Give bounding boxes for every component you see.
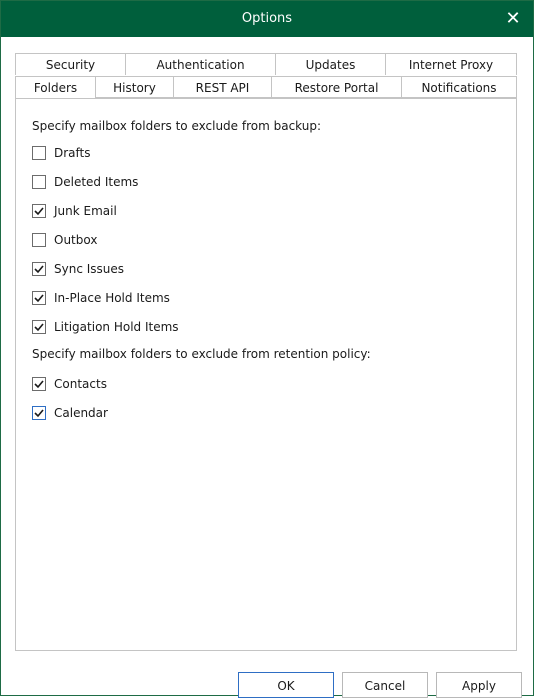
checkbox-in-place-hold-items[interactable]: In-Place Hold Items <box>32 289 170 307</box>
checkbox-label: Junk Email <box>54 204 117 218</box>
checkbox-box[interactable] <box>32 320 46 334</box>
apply-button[interactable]: Apply <box>436 672 522 698</box>
checkbox-box[interactable] <box>32 377 46 391</box>
checkbox-outbox[interactable]: Outbox <box>32 231 97 249</box>
tab-history[interactable]: History <box>95 76 173 98</box>
checkmark-icon <box>34 265 44 274</box>
checkmark-icon <box>34 409 44 418</box>
dialog-title: Options <box>241 11 293 26</box>
tab-restore-portal[interactable]: Restore Portal <box>271 76 401 98</box>
tab-security[interactable]: Security <box>15 53 125 75</box>
checkbox-label: Outbox <box>54 233 98 247</box>
checkbox-label: Drafts <box>54 146 91 160</box>
checkbox-label: Deleted Items <box>54 175 139 189</box>
checkbox-box[interactable] <box>32 146 46 160</box>
checkbox-label: In-Place Hold Items <box>54 291 170 305</box>
retention-exclusion-heading: Specify mailbox folders to exclude from … <box>32 347 371 361</box>
tab-row-top: Security Authentication Updates Internet… <box>15 53 517 75</box>
checkbox-box[interactable] <box>32 175 46 189</box>
checkbox-label: Sync Issues <box>54 262 125 276</box>
checkmark-icon <box>34 380 44 389</box>
checkbox-box[interactable] <box>32 406 46 420</box>
checkmark-icon <box>34 207 44 216</box>
checkbox-label: Litigation Hold Items <box>54 320 179 334</box>
cancel-button[interactable]: Cancel <box>342 672 428 698</box>
tab-updates[interactable]: Updates <box>275 53 385 75</box>
checkbox-label: Contacts <box>54 377 107 391</box>
checkbox-box[interactable] <box>32 204 46 218</box>
checkmark-icon <box>34 323 44 332</box>
checkbox-box[interactable] <box>32 262 46 276</box>
checkbox-box[interactable] <box>32 291 46 305</box>
title-bar: Options ✕ <box>1 1 533 37</box>
tab-internet-proxy[interactable]: Internet Proxy <box>385 53 517 75</box>
checkbox-contacts[interactable]: Contacts <box>32 375 107 393</box>
tab-row-bottom: Folders History REST API Restore Portal … <box>15 76 517 99</box>
checkbox-box[interactable] <box>32 233 46 247</box>
ok-button[interactable]: OK <box>238 672 334 698</box>
options-dialog: Options ✕ Security Authentication Update… <box>0 0 534 698</box>
tab-rest-api[interactable]: REST API <box>173 76 271 98</box>
checkmark-icon <box>34 294 44 303</box>
tab-notifications[interactable]: Notifications <box>401 76 517 98</box>
checkbox-litigation-hold-items[interactable]: Litigation Hold Items <box>32 318 179 336</box>
tab-folders[interactable]: Folders <box>15 76 95 99</box>
checkbox-deleted-items[interactable]: Deleted Items <box>32 173 138 191</box>
tab-authentication[interactable]: Authentication <box>125 53 275 75</box>
backup-exclusion-heading: Specify mailbox folders to exclude from … <box>32 119 322 133</box>
checkbox-label: Calendar <box>54 406 108 420</box>
checkbox-junk-email[interactable]: Junk Email <box>32 202 117 220</box>
checkbox-calendar[interactable]: Calendar <box>32 404 108 422</box>
close-icon[interactable]: ✕ <box>493 1 533 37</box>
checkbox-sync-issues[interactable]: Sync Issues <box>32 260 124 278</box>
checkbox-drafts[interactable]: Drafts <box>32 144 91 162</box>
folders-panel: Specify mailbox folders to exclude from … <box>15 98 517 651</box>
